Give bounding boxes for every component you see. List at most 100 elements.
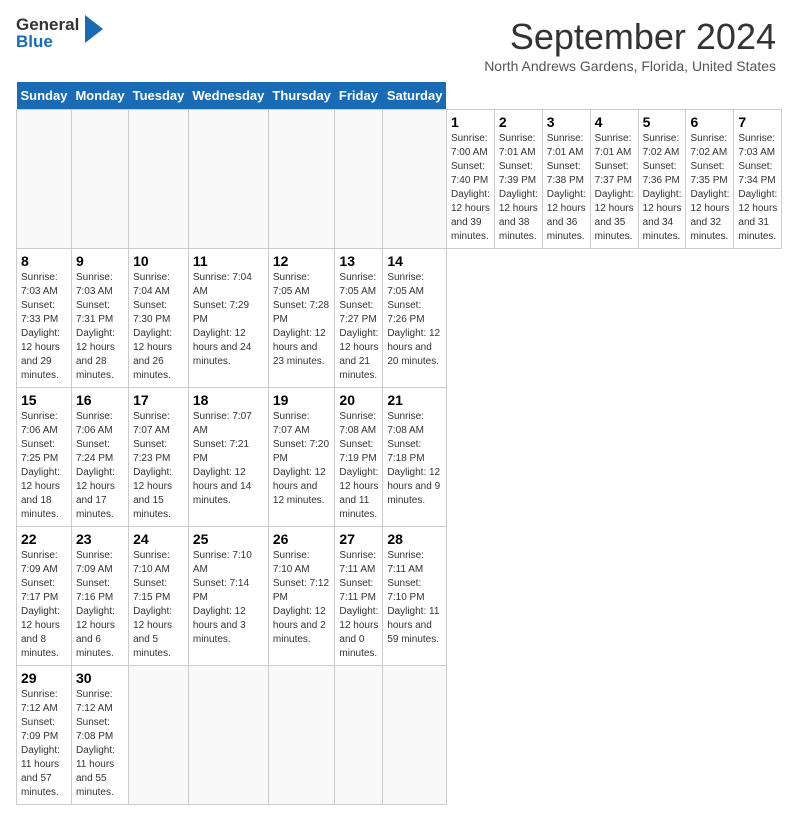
day-info: Sunrise: 7:05 AMSunset: 7:26 PMDaylight:… [387, 272, 440, 367]
day-number: 11 [193, 253, 264, 269]
day-info: Sunrise: 7:07 AMSunset: 7:21 PMDaylight:… [193, 411, 252, 506]
calendar-cell: 22 Sunrise: 7:09 AMSunset: 7:17 PMDaylig… [17, 527, 72, 666]
day-info: Sunrise: 7:11 AMSunset: 7:10 PMDaylight:… [387, 550, 439, 645]
logo-blue: Blue [16, 33, 79, 50]
calendar-cell [268, 110, 335, 249]
day-info: Sunrise: 7:06 AMSunset: 7:25 PMDaylight:… [21, 411, 60, 520]
day-info: Sunrise: 7:11 AMSunset: 7:11 PMDaylight:… [339, 550, 378, 659]
calendar-cell: 3 Sunrise: 7:01 AMSunset: 7:38 PMDayligh… [542, 110, 590, 249]
calendar-week-row: 29 Sunrise: 7:12 AMSunset: 7:09 PMDaylig… [17, 666, 782, 805]
calendar-cell: 14 Sunrise: 7:05 AMSunset: 7:26 PMDaylig… [383, 249, 447, 388]
calendar-cell [268, 666, 335, 805]
calendar-cell [383, 110, 447, 249]
calendar-cell [335, 110, 383, 249]
logo-text-col: General Blue [16, 16, 79, 50]
day-number: 25 [193, 531, 264, 547]
logo-triangle-icon [81, 15, 103, 48]
day-number: 18 [193, 392, 264, 408]
day-number: 9 [76, 253, 124, 269]
day-number: 27 [339, 531, 378, 547]
day-info: Sunrise: 7:10 AMSunset: 7:12 PMDaylight:… [273, 550, 329, 645]
day-info: Sunrise: 7:05 AMSunset: 7:27 PMDaylight:… [339, 272, 378, 381]
calendar-cell: 7 Sunrise: 7:03 AMSunset: 7:34 PMDayligh… [734, 110, 782, 249]
calendar-week-row: 15 Sunrise: 7:06 AMSunset: 7:25 PMDaylig… [17, 388, 782, 527]
day-number: 8 [21, 253, 67, 269]
calendar-cell [188, 110, 268, 249]
calendar-subtitle: North Andrews Gardens, Florida, United S… [484, 58, 776, 74]
calendar-cell: 1 Sunrise: 7:00 AMSunset: 7:40 PMDayligh… [446, 110, 494, 249]
calendar-cell: 25 Sunrise: 7:10 AMSunset: 7:14 PMDaylig… [188, 527, 268, 666]
day-info: Sunrise: 7:03 AMSunset: 7:31 PMDaylight:… [76, 272, 115, 381]
day-info: Sunrise: 7:08 AMSunset: 7:19 PMDaylight:… [339, 411, 378, 520]
calendar-cell [71, 110, 128, 249]
calendar-cell: 26 Sunrise: 7:10 AMSunset: 7:12 PMDaylig… [268, 527, 335, 666]
calendar-cell: 4 Sunrise: 7:01 AMSunset: 7:37 PMDayligh… [590, 110, 638, 249]
calendar-cell: 2 Sunrise: 7:01 AMSunset: 7:39 PMDayligh… [494, 110, 542, 249]
weekday-header-tuesday: Tuesday [129, 82, 189, 110]
day-number: 17 [133, 392, 184, 408]
day-info: Sunrise: 7:03 AMSunset: 7:33 PMDaylight:… [21, 272, 60, 381]
calendar-cell: 29 Sunrise: 7:12 AMSunset: 7:09 PMDaylig… [17, 666, 72, 805]
day-info: Sunrise: 7:10 AMSunset: 7:14 PMDaylight:… [193, 550, 252, 645]
day-number: 3 [547, 114, 586, 130]
logo: General Blue [16, 16, 103, 50]
day-info: Sunrise: 7:04 AMSunset: 7:29 PMDaylight:… [193, 272, 252, 367]
day-info: Sunrise: 7:01 AMSunset: 7:38 PMDaylight:… [547, 133, 586, 242]
calendar-week-row: 8 Sunrise: 7:03 AMSunset: 7:33 PMDayligh… [17, 249, 782, 388]
calendar-cell: 13 Sunrise: 7:05 AMSunset: 7:27 PMDaylig… [335, 249, 383, 388]
logo-general: General [16, 16, 79, 33]
day-number: 30 [76, 670, 124, 686]
calendar-cell [335, 666, 383, 805]
calendar-table: SundayMondayTuesdayWednesdayThursdayFrid… [16, 82, 782, 805]
calendar-week-row: 22 Sunrise: 7:09 AMSunset: 7:17 PMDaylig… [17, 527, 782, 666]
weekday-header-monday: Monday [71, 82, 128, 110]
weekday-header-row: SundayMondayTuesdayWednesdayThursdayFrid… [17, 82, 782, 110]
day-info: Sunrise: 7:04 AMSunset: 7:30 PMDaylight:… [133, 272, 172, 381]
calendar-cell: 8 Sunrise: 7:03 AMSunset: 7:33 PMDayligh… [17, 249, 72, 388]
day-number: 5 [643, 114, 682, 130]
weekday-header-saturday: Saturday [383, 82, 447, 110]
day-info: Sunrise: 7:06 AMSunset: 7:24 PMDaylight:… [76, 411, 115, 520]
day-number: 20 [339, 392, 378, 408]
calendar-cell: 20 Sunrise: 7:08 AMSunset: 7:19 PMDaylig… [335, 388, 383, 527]
day-info: Sunrise: 7:03 AMSunset: 7:34 PMDaylight:… [738, 133, 777, 242]
day-info: Sunrise: 7:10 AMSunset: 7:15 PMDaylight:… [133, 550, 172, 659]
calendar-cell: 9 Sunrise: 7:03 AMSunset: 7:31 PMDayligh… [71, 249, 128, 388]
day-info: Sunrise: 7:01 AMSunset: 7:37 PMDaylight:… [595, 133, 634, 242]
calendar-cell: 5 Sunrise: 7:02 AMSunset: 7:36 PMDayligh… [638, 110, 686, 249]
day-info: Sunrise: 7:02 AMSunset: 7:36 PMDaylight:… [643, 133, 682, 242]
day-number: 6 [690, 114, 729, 130]
day-info: Sunrise: 7:07 AMSunset: 7:20 PMDaylight:… [273, 411, 329, 506]
day-number: 4 [595, 114, 634, 130]
calendar-cell: 21 Sunrise: 7:08 AMSunset: 7:18 PMDaylig… [383, 388, 447, 527]
day-number: 2 [499, 114, 538, 130]
weekday-header-sunday: Sunday [17, 82, 72, 110]
calendar-cell [17, 110, 72, 249]
day-info: Sunrise: 7:09 AMSunset: 7:16 PMDaylight:… [76, 550, 115, 659]
day-number: 28 [387, 531, 442, 547]
calendar-cell: 27 Sunrise: 7:11 AMSunset: 7:11 PMDaylig… [335, 527, 383, 666]
day-number: 16 [76, 392, 124, 408]
day-number: 13 [339, 253, 378, 269]
calendar-cell: 18 Sunrise: 7:07 AMSunset: 7:21 PMDaylig… [188, 388, 268, 527]
day-info: Sunrise: 7:08 AMSunset: 7:18 PMDaylight:… [387, 411, 440, 506]
calendar-cell: 11 Sunrise: 7:04 AMSunset: 7:29 PMDaylig… [188, 249, 268, 388]
day-info: Sunrise: 7:09 AMSunset: 7:17 PMDaylight:… [21, 550, 60, 659]
day-info: Sunrise: 7:07 AMSunset: 7:23 PMDaylight:… [133, 411, 172, 520]
day-number: 24 [133, 531, 184, 547]
calendar-cell: 15 Sunrise: 7:06 AMSunset: 7:25 PMDaylig… [17, 388, 72, 527]
calendar-cell: 10 Sunrise: 7:04 AMSunset: 7:30 PMDaylig… [129, 249, 189, 388]
day-info: Sunrise: 7:01 AMSunset: 7:39 PMDaylight:… [499, 133, 538, 242]
day-number: 19 [273, 392, 331, 408]
calendar-cell: 17 Sunrise: 7:07 AMSunset: 7:23 PMDaylig… [129, 388, 189, 527]
calendar-cell: 12 Sunrise: 7:05 AMSunset: 7:28 PMDaylig… [268, 249, 335, 388]
day-info: Sunrise: 7:05 AMSunset: 7:28 PMDaylight:… [273, 272, 329, 367]
day-number: 22 [21, 531, 67, 547]
day-info: Sunrise: 7:12 AMSunset: 7:09 PMDaylight:… [21, 689, 60, 798]
calendar-cell: 30 Sunrise: 7:12 AMSunset: 7:08 PMDaylig… [71, 666, 128, 805]
day-number: 26 [273, 531, 331, 547]
day-number: 14 [387, 253, 442, 269]
day-number: 12 [273, 253, 331, 269]
page-header: General Blue September 2024 North Andrew… [16, 16, 776, 74]
day-number: 23 [76, 531, 124, 547]
